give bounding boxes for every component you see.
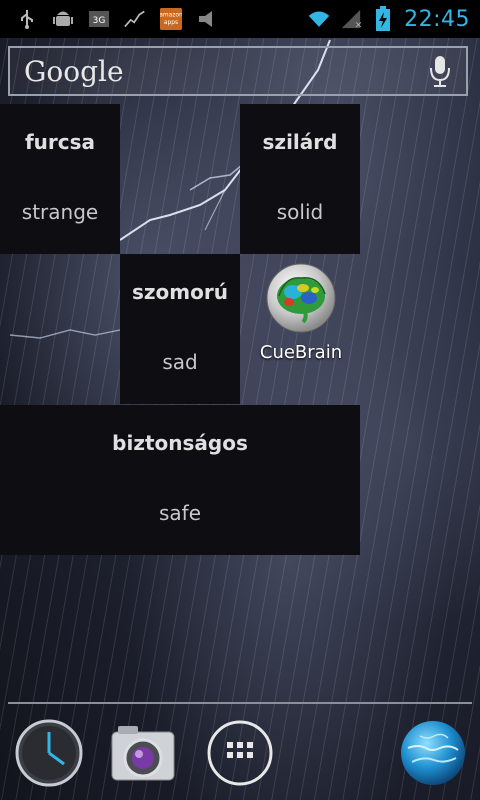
clock-app-button[interactable]: [14, 718, 84, 788]
globe-icon: [401, 721, 465, 785]
dock-divider: [8, 702, 472, 704]
app-cuebrain[interactable]: CueBrain: [246, 262, 356, 382]
tile-translation: solid: [276, 200, 324, 224]
tile-word: szomorú: [132, 280, 228, 304]
status-bar: 3G amazon apps × 22:45: [0, 0, 480, 38]
3g-icon: 3G: [88, 8, 110, 30]
microphone-icon[interactable]: [428, 54, 452, 88]
svg-text:×: ×: [355, 19, 362, 30]
amazon-apps-icon: amazon apps: [160, 8, 182, 30]
app-grid-icon: [207, 720, 273, 786]
svg-text:3G: 3G: [93, 16, 106, 26]
word-tile-biztonsagos[interactable]: biztonságos safe: [0, 405, 360, 555]
app-label: CueBrain: [259, 342, 343, 363]
media-icon: [196, 8, 218, 30]
clock-icon: [15, 719, 83, 787]
status-clock: 22:45: [404, 6, 470, 32]
tile-translation: strange: [21, 200, 99, 224]
app-drawer-button[interactable]: [205, 718, 275, 788]
usb-icon: [16, 8, 38, 30]
tile-translation: safe: [158, 501, 202, 525]
brain-icon: [266, 263, 336, 333]
android-debug-icon: [52, 8, 74, 30]
svg-text:amazon: amazon: [160, 12, 182, 18]
google-search-bar[interactable]: Google: [8, 46, 468, 96]
tile-word: furcsa: [24, 130, 96, 154]
stock-chart-icon: [124, 8, 146, 30]
browser-app-button[interactable]: [398, 718, 468, 788]
word-tile-szilard[interactable]: szilárd solid: [240, 104, 360, 254]
signal-icon: ×: [340, 8, 362, 30]
tile-word: biztonságos: [112, 431, 248, 455]
wifi-icon: [308, 8, 330, 30]
tile-translation: sad: [162, 350, 198, 374]
camera-icon: [111, 726, 175, 781]
google-logo[interactable]: Google: [10, 55, 124, 88]
word-tile-furcsa[interactable]: furcsa strange: [0, 104, 120, 254]
tile-word: szilárd: [262, 130, 338, 154]
battery-icon: [372, 6, 394, 31]
camera-app-button[interactable]: [108, 718, 178, 788]
svg-text:apps: apps: [164, 20, 178, 26]
word-tile-szomoru[interactable]: szomorú sad: [120, 254, 240, 404]
